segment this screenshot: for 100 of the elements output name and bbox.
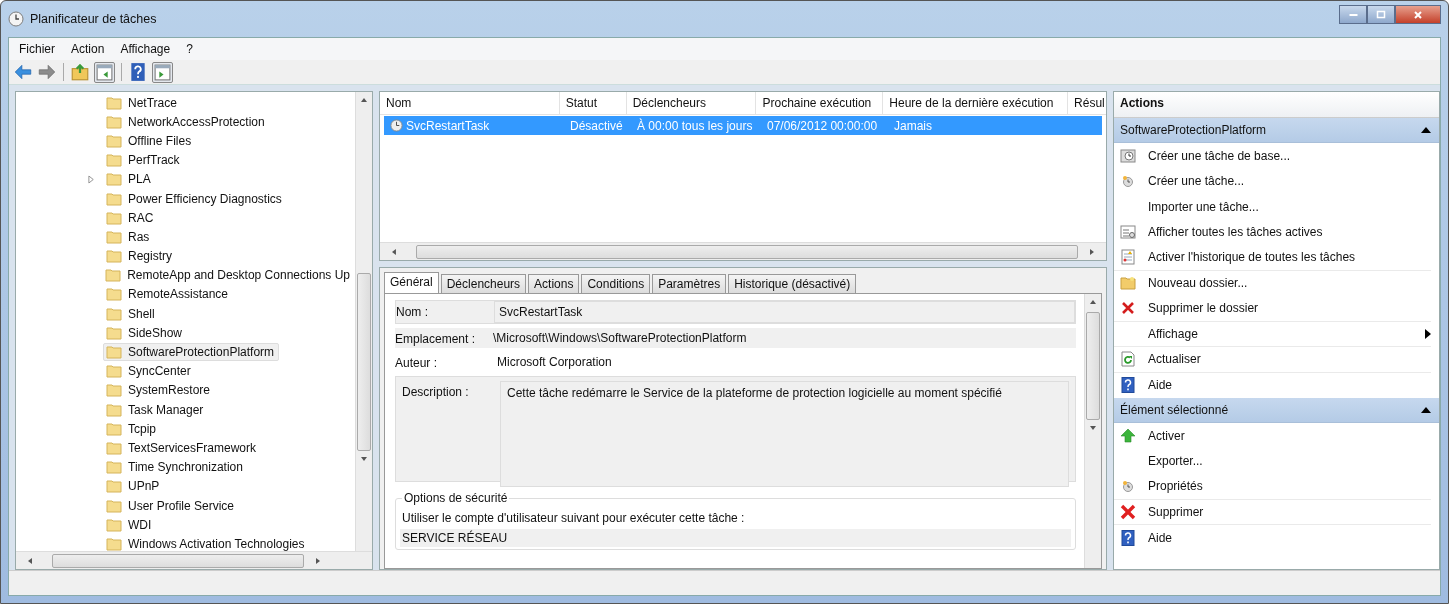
- pane-icon[interactable]: [94, 61, 115, 83]
- folder-icon: [106, 229, 122, 244]
- name-field[interactable]: SvcRestartTask: [494, 301, 1075, 323]
- tree-item[interactable]: Ras: [103, 227, 155, 246]
- minimize-button[interactable]: [1339, 5, 1367, 24]
- scroll-down-icon: [1090, 426, 1096, 430]
- menu-item[interactable]: ?: [186, 42, 193, 56]
- expand-arrow-icon[interactable]: [88, 174, 95, 184]
- tree-item[interactable]: Task Manager: [103, 400, 209, 419]
- folder-icon: [106, 153, 122, 168]
- vertical-scrollbar[interactable]: [1084, 294, 1101, 568]
- delete-icon: [1120, 503, 1136, 520]
- vertical-scrollbar[interactable]: [355, 92, 372, 551]
- command-entry[interactable]: Propriétés: [1114, 474, 1431, 500]
- maximize-button[interactable]: [1367, 5, 1395, 24]
- command-entry[interactable]: Affichage: [1114, 321, 1431, 347]
- column-header[interactable]: Heure de la dernière exécution: [883, 92, 1069, 114]
- back-arrow-icon[interactable]: [13, 62, 33, 82]
- tab[interactable]: Conditions: [581, 274, 651, 293]
- column-header[interactable]: Déclencheurs: [626, 92, 757, 114]
- description-field[interactable]: Cette tâche redémarre le Service de la plateforme de protection logicielle au moment spécifié: [500, 381, 1069, 487]
- command-entry[interactable]: Supprimer: [1114, 499, 1431, 525]
- tree-item[interactable]: RemoteAssistance: [103, 285, 234, 304]
- scroll-right-icon: [1090, 248, 1094, 255]
- command-entry[interactable]: Créer une tâche de base...: [1114, 143, 1431, 169]
- column-header[interactable]: Résul: [1068, 92, 1106, 114]
- maximize-icon: [1376, 9, 1386, 20]
- tree-item[interactable]: NetworkAccessProtection: [103, 112, 270, 131]
- pane-icon[interactable]: [152, 61, 173, 83]
- close-button[interactable]: [1395, 5, 1441, 24]
- command-entry[interactable]: Aide: [1114, 525, 1431, 551]
- tree-item[interactable]: SystemRestore: [103, 381, 216, 400]
- tree-item[interactable]: Offline Files: [103, 131, 197, 150]
- folder-icon: [106, 114, 122, 129]
- tree-item[interactable]: SyncCenter: [103, 362, 196, 381]
- folder-icon: [106, 498, 122, 513]
- column-header[interactable]: Prochaine exécution: [756, 92, 884, 114]
- refresh-icon: [1120, 351, 1136, 368]
- tree-item[interactable]: RAC: [103, 208, 159, 227]
- tree-item[interactable]: Time Synchronization: [103, 458, 248, 477]
- column-header[interactable]: Nom: [380, 92, 560, 114]
- section-header[interactable]: SoftwareProtectionPlatform: [1114, 118, 1439, 143]
- tree-item[interactable]: Tcpip: [103, 419, 161, 438]
- menu-item[interactable]: Action: [71, 42, 105, 56]
- command-entry[interactable]: Activer: [1114, 423, 1431, 449]
- tab[interactable]: Actions: [528, 274, 580, 293]
- command-entry[interactable]: Créer une tâche...: [1114, 168, 1431, 194]
- tab[interactable]: Paramètres: [652, 274, 727, 293]
- help-icon: [1120, 529, 1136, 546]
- tree-item[interactable]: UPnP: [103, 477, 165, 496]
- window-title: Planificateur de tâches: [30, 12, 157, 26]
- command-entry[interactable]: Aide: [1114, 372, 1431, 398]
- tree-item[interactable]: Shell: [103, 304, 160, 323]
- command-entry[interactable]: Supprimer le dossier: [1114, 296, 1431, 322]
- tree-item[interactable]: PLA: [103, 170, 156, 189]
- scroll-left-icon: [28, 557, 32, 564]
- tree-item[interactable]: WDI: [103, 515, 157, 534]
- tab[interactable]: Général: [384, 272, 439, 293]
- column-header[interactable]: Statut: [559, 92, 627, 114]
- section-header[interactable]: Élément sélectionné: [1114, 398, 1439, 423]
- tree-item[interactable]: Registry: [103, 247, 177, 266]
- tab[interactable]: Déclencheurs: [440, 274, 527, 293]
- tree-item[interactable]: SoftwareProtectionPlatform: [103, 343, 280, 362]
- command-entry[interactable]: Afficher toutes les tâches actives: [1114, 219, 1431, 245]
- scroll-left-icon: [392, 248, 396, 255]
- tree-item[interactable]: RemoteApp and Desktop Connections Up: [102, 266, 355, 285]
- tree-item[interactable]: PerfTrack: [103, 151, 185, 170]
- folder-icon: [106, 479, 122, 494]
- menu-item[interactable]: Affichage: [120, 42, 171, 56]
- folder-up-icon[interactable]: [70, 62, 90, 82]
- author-field[interactable]: Microsoft Corporation: [493, 352, 1076, 372]
- group-title: Options de sécurité: [402, 491, 510, 505]
- account-field[interactable]: SERVICE RÉSEAU: [400, 529, 1071, 547]
- tree-item[interactable]: SideShow: [103, 323, 188, 342]
- horizontal-scrollbar[interactable]: [380, 242, 1106, 260]
- folder-icon: [106, 440, 122, 455]
- command-entry[interactable]: Importer une tâche...: [1114, 194, 1431, 220]
- tab[interactable]: Historique (désactivé): [728, 274, 857, 293]
- tree-item[interactable]: Windows Activation Technologies: [103, 534, 310, 551]
- help-icon[interactable]: [128, 62, 148, 82]
- collapse-icon: [1421, 127, 1431, 133]
- collapse-icon: [1421, 407, 1431, 413]
- horizontal-scrollbar[interactable]: [16, 551, 372, 569]
- folder-icon: [1120, 275, 1136, 292]
- scroll-up-icon: [1090, 300, 1096, 304]
- forward-arrow-icon[interactable]: [37, 62, 57, 82]
- section-title: SoftwareProtectionPlatform: [1120, 123, 1267, 137]
- command-entry[interactable]: Activer l'historique de toutes les tâches: [1114, 245, 1431, 271]
- tree-item[interactable]: NetTrace: [103, 93, 182, 112]
- command-entry[interactable]: Nouveau dossier...: [1114, 270, 1431, 296]
- tree-item[interactable]: User Profile Service: [103, 496, 240, 515]
- scroll-up-icon: [361, 98, 367, 102]
- tree-item[interactable]: Power Efficiency Diagnostics: [103, 189, 287, 208]
- command-entry[interactable]: Exporter...: [1114, 448, 1431, 474]
- clock-card-icon: [1120, 147, 1136, 164]
- command-entry[interactable]: Actualiser: [1114, 347, 1431, 373]
- menu-item[interactable]: Fichier: [19, 42, 55, 56]
- help-icon: [1120, 377, 1136, 394]
- tree-item[interactable]: TextServicesFramework: [103, 438, 262, 457]
- section-title: Élément sélectionné: [1120, 403, 1229, 417]
